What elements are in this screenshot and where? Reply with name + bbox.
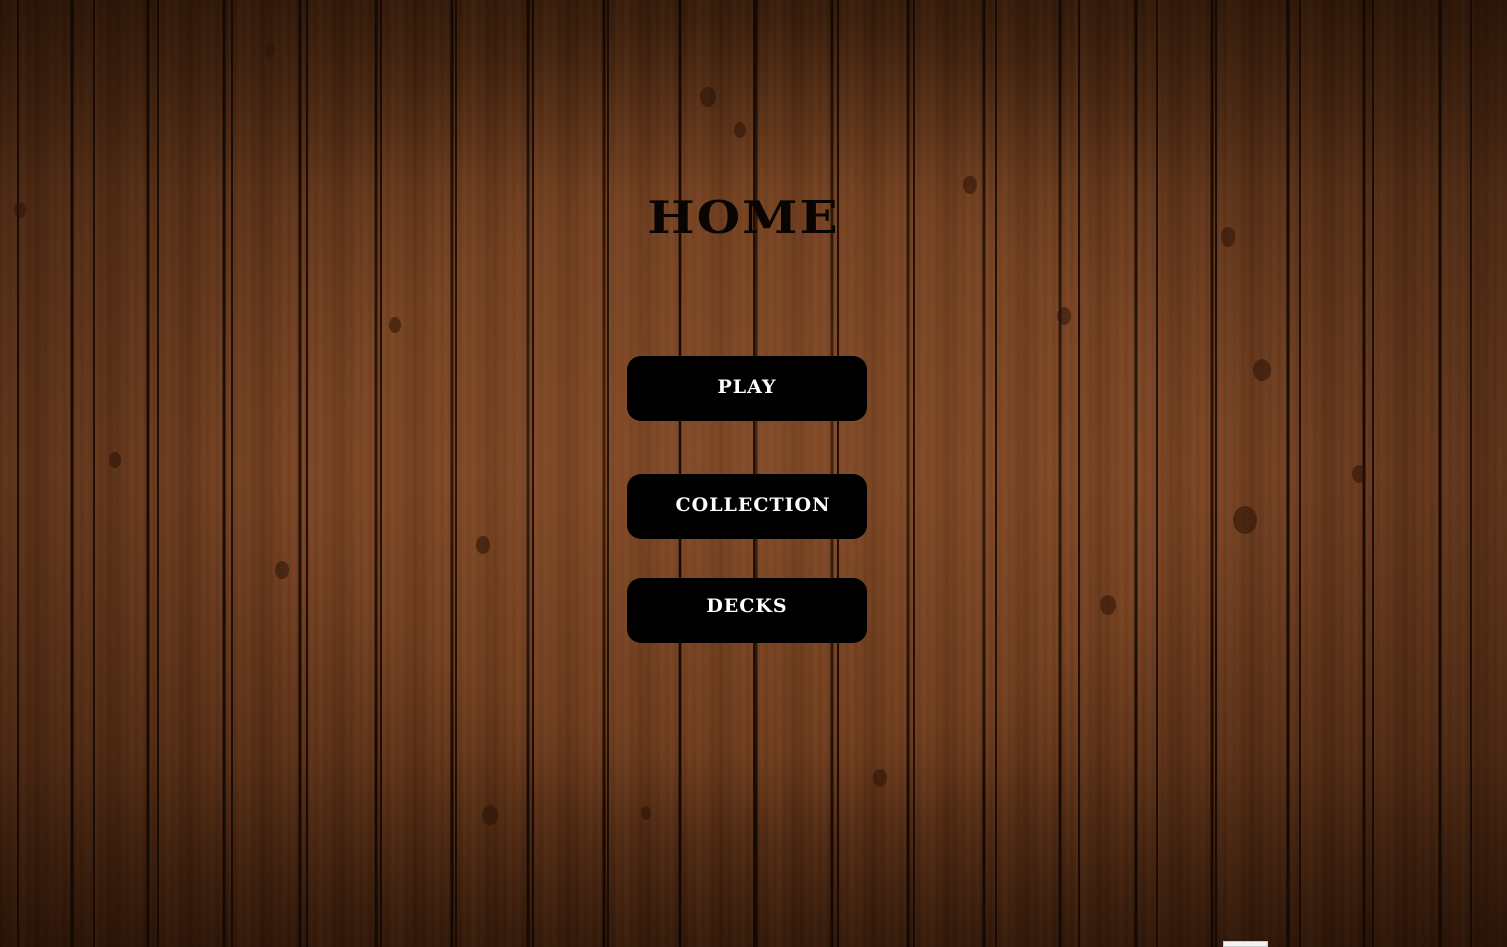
collection-button[interactable]: COLLECTION: [627, 474, 867, 539]
decks-button-label: DECKS: [706, 594, 788, 617]
decks-button[interactable]: DECKS: [627, 578, 867, 643]
corner-widget: [1223, 941, 1268, 947]
play-button-label: PLAY: [717, 375, 777, 398]
collection-button-label: COLLECTION: [675, 494, 831, 516]
page-title: HOME: [647, 190, 840, 245]
play-button[interactable]: PLAY: [627, 356, 867, 421]
